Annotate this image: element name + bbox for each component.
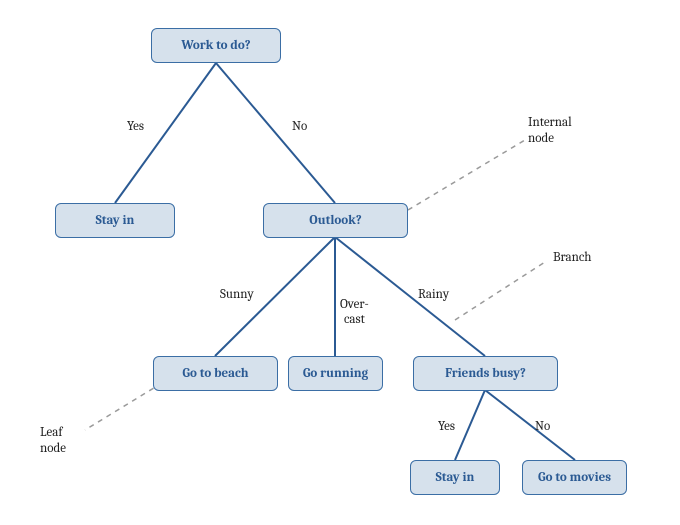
edge-label-friends-no: No <box>535 420 550 435</box>
edge-label-rainy: Rainy <box>418 288 449 303</box>
node-go-to-movies: Go to movies <box>522 460 627 495</box>
annotation-leaf-node: Leaf node <box>40 425 66 456</box>
node-friends-busy: Friends busy? <box>413 356 558 391</box>
edge-label-overcast: Over- cast <box>340 298 369 328</box>
edge-label-sunny: Sunny <box>220 288 254 303</box>
node-label: Stay in <box>96 213 135 228</box>
node-label: Go to beach <box>182 366 248 381</box>
node-go-running: Go running <box>288 356 383 391</box>
node-label: Stay in <box>436 470 475 485</box>
node-label: Go to movies <box>538 470 611 485</box>
node-label: Go running <box>303 366 368 381</box>
node-go-to-beach: Go to beach <box>153 356 278 391</box>
edge-label-no: No <box>292 120 307 135</box>
node-outlook: Outlook? <box>263 203 408 238</box>
node-work-to-do: Work to do? <box>151 28 281 63</box>
node-stay-in-1: Stay in <box>55 203 175 238</box>
decision-tree-diagram: { "nodes": { "root": {"label":"Work to d… <box>0 0 680 525</box>
edge-label-friends-yes: Yes <box>438 420 455 435</box>
annotation-internal-node: Internal node <box>528 115 572 146</box>
node-label: Work to do? <box>181 38 250 53</box>
node-stay-in-2: Stay in <box>410 460 500 495</box>
annotation-branch: Branch <box>553 250 592 266</box>
edge-label-yes: Yes <box>127 120 144 135</box>
node-label: Friends busy? <box>445 366 526 381</box>
node-label: Outlook? <box>309 213 361 228</box>
